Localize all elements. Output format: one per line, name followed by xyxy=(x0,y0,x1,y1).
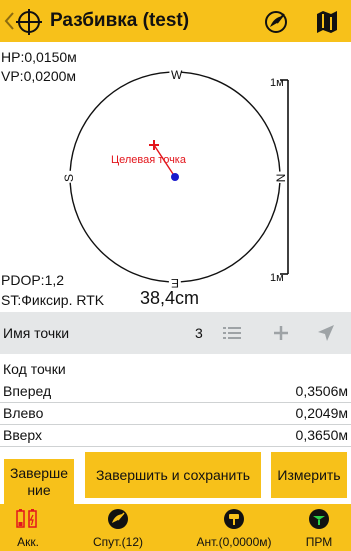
offset-label: Вверх xyxy=(3,427,43,443)
navigate-icon[interactable] xyxy=(315,323,337,343)
target-label: Целевая точка xyxy=(111,154,186,166)
offset-value: 0,2049м xyxy=(295,405,348,421)
receiver-icon[interactable] xyxy=(307,508,331,530)
compass-north: N xyxy=(273,173,288,183)
finish-button[interactable]: Заверше ние xyxy=(4,459,74,504)
satellite-dish-icon[interactable] xyxy=(262,8,290,36)
fix-status: ST:Фиксир. RTK xyxy=(1,292,105,308)
point-number[interactable]: 3 xyxy=(195,325,203,341)
offset-value: 0,3506м xyxy=(295,383,348,399)
finish-save-button[interactable]: Завершить и сохранить xyxy=(85,452,261,498)
antenna-label: Ант.(0,0000м) xyxy=(196,535,272,549)
antenna-icon[interactable] xyxy=(222,508,246,530)
add-icon[interactable] xyxy=(270,323,292,343)
measure-button[interactable]: Измерить xyxy=(271,452,347,498)
page-title: Разбивка (test) xyxy=(50,10,190,31)
status-bar: Акк. Спут.(12) Ант.(0,0000м) ПРМ xyxy=(0,504,351,551)
list-icon[interactable] xyxy=(221,323,243,343)
back-chevron-icon[interactable] xyxy=(3,10,15,32)
compass-west: W xyxy=(171,68,183,82)
point-name-row: Имя точки 3 xyxy=(0,312,351,354)
receiver-label: ПРМ xyxy=(305,535,333,549)
stakeout-view[interactable]: HP:0,0150м VP:0,0200м Целевая точка W E … xyxy=(0,42,351,312)
scale-bottom-label: 1м xyxy=(270,272,284,284)
map-icon[interactable] xyxy=(313,8,341,36)
pdop-value: PDOP:1,2 xyxy=(1,272,65,288)
current-position-icon xyxy=(171,173,179,181)
offset-label: Влево xyxy=(3,405,44,421)
offset-value: 0,3650м xyxy=(295,427,348,443)
satellite-icon[interactable] xyxy=(106,508,130,530)
target-marker-icon xyxy=(149,140,159,150)
scale-top-label: 1м xyxy=(270,77,284,89)
battery-label: Акк. xyxy=(17,535,39,549)
point-code-label: Код точки xyxy=(3,361,66,377)
offset-label: Вперед xyxy=(3,383,52,399)
offset-row-left: Влево 0,2049м xyxy=(0,403,351,425)
distance-to-target: 38,4cm xyxy=(140,288,200,308)
satellites-label: Спут.(12) xyxy=(92,535,143,549)
offset-row-forward: Вперед 0,3506м xyxy=(0,381,351,403)
app-header: Разбивка (test) xyxy=(0,0,351,42)
point-code-row[interactable]: Код точки xyxy=(0,359,351,379)
compass-south: S xyxy=(62,173,77,183)
point-name-label: Имя точки xyxy=(3,325,70,341)
battery-icon[interactable] xyxy=(15,508,39,530)
offset-row-up: Вверх 0,3650м xyxy=(0,425,351,447)
target-crosshair-icon xyxy=(16,9,42,35)
